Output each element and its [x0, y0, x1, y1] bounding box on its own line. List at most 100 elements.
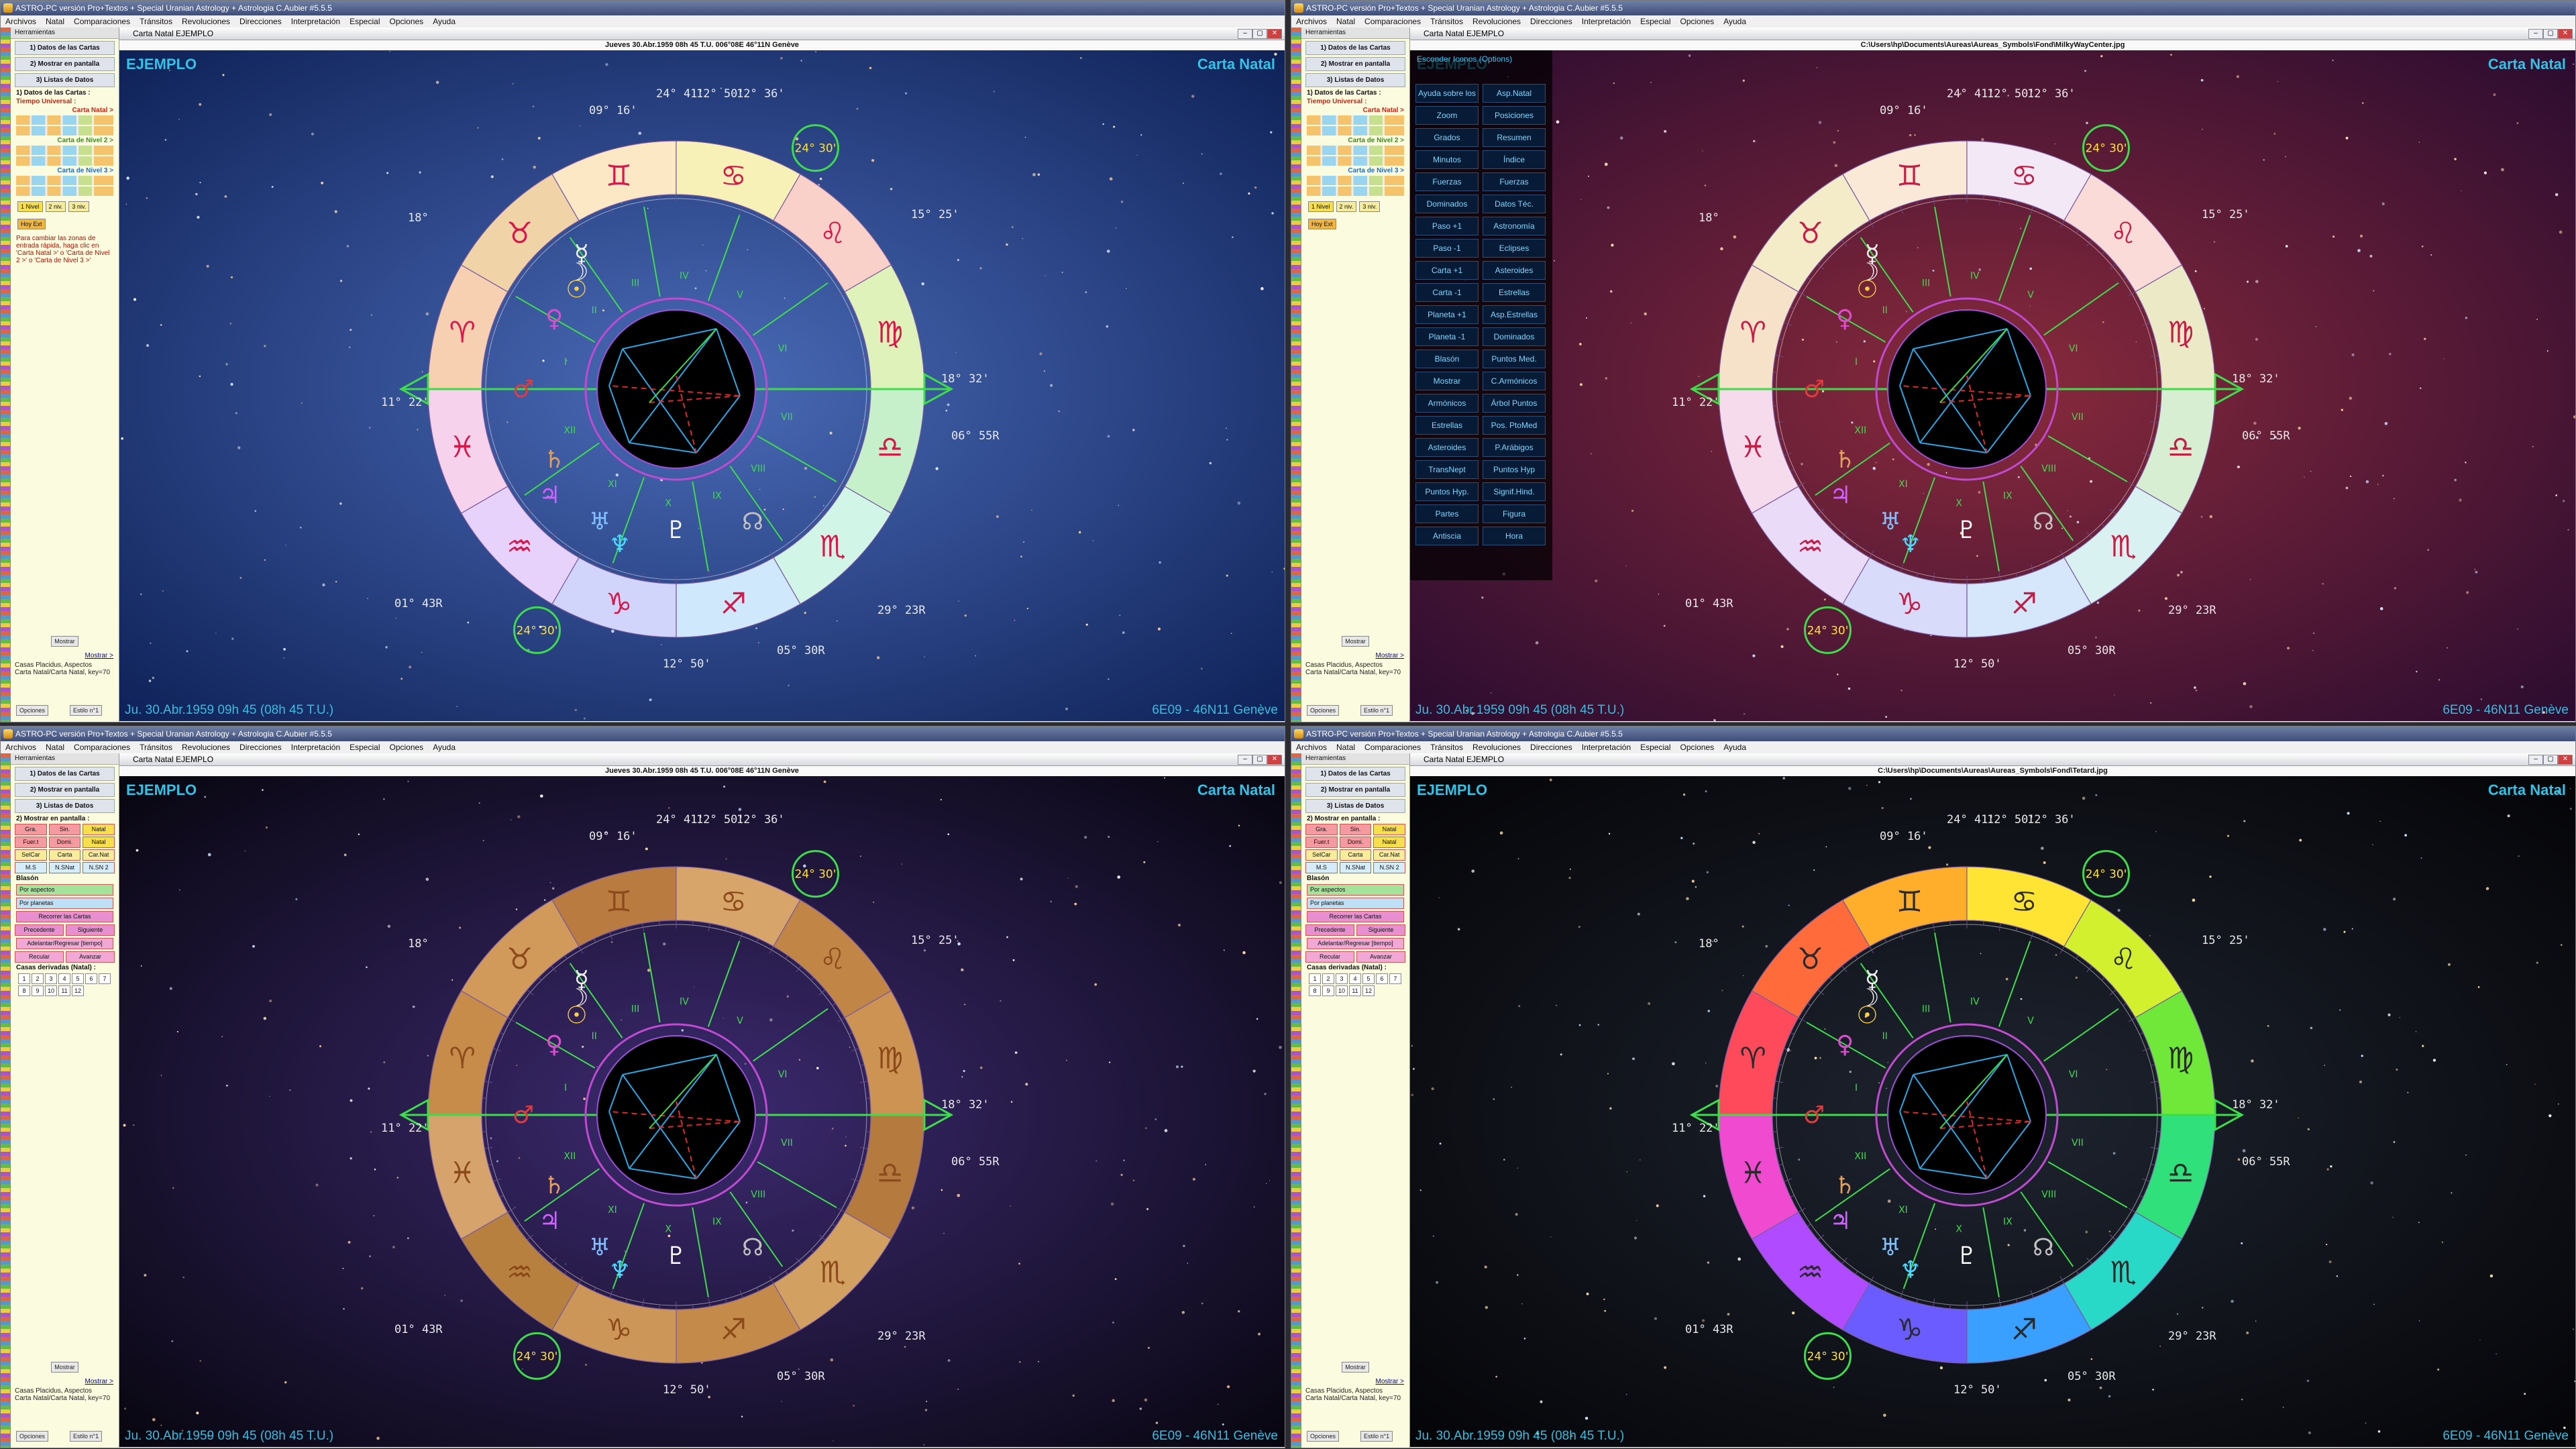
casa-num[interactable]: 1: [18, 973, 30, 984]
menu-ayuda[interactable]: Ayuda: [1719, 15, 1751, 28]
por-aspectos-button[interactable]: Por aspectos: [16, 884, 113, 896]
menu-especial[interactable]: Especial: [345, 15, 384, 28]
nsnat-button[interactable]: N.SNat: [48, 862, 81, 873]
help-button[interactable]: Planeta -1: [1415, 327, 1479, 346]
nivel2-input-row[interactable]: [16, 146, 113, 155]
precedente-button[interactable]: Precedente: [15, 924, 64, 936]
casa-num[interactable]: 10: [45, 985, 57, 996]
casa-num[interactable]: 5: [1362, 973, 1375, 984]
mostrar-pantalla-button[interactable]: 2) Mostrar en pantalla: [1305, 783, 1405, 797]
mostrar-link[interactable]: Mostrar >: [85, 1378, 113, 1385]
carta-nivel2-link[interactable]: Carta de Nivel 2 >: [16, 137, 113, 144]
adelantar-button[interactable]: Adelantar/Regresar [tiempo]: [16, 938, 113, 949]
nivel3-input-row[interactable]: [16, 176, 113, 185]
help-button[interactable]: Antiscia: [1415, 527, 1479, 545]
por-aspectos-button[interactable]: Por aspectos: [1307, 884, 1404, 896]
close-button[interactable]: ✕: [1267, 29, 1282, 39]
chart-canvas[interactable]: ♈ ♉ ♊ ♋ ♌ ♍ ♎ ♏ ♐ ♑ ♒ ♓ I II III IV V VI VII VIII IX X XI XII ☉ ☽…: [119, 50, 1285, 722]
help-button[interactable]: Hora: [1483, 527, 1546, 545]
help-button[interactable]: Dominados: [1415, 195, 1479, 213]
casa-num[interactable]: 5: [72, 973, 84, 984]
menu-ayuda[interactable]: Ayuda: [1719, 741, 1751, 753]
carta-natal-link[interactable]: Carta Natal >: [16, 107, 113, 114]
menu-opciones[interactable]: Opciones: [1675, 741, 1719, 753]
fuert-button[interactable]: Fuer.t: [1305, 837, 1338, 848]
help-button[interactable]: Carta +1: [1415, 261, 1479, 280]
help-button[interactable]: Partes: [1415, 504, 1479, 523]
carta-nivel3-link[interactable]: Carta de Nivel 3 >: [1307, 167, 1404, 174]
natal-input-row-2[interactable]: [1307, 126, 1404, 136]
tab-1-nivel[interactable]: 1 Nivel: [17, 201, 43, 212]
menu-natal[interactable]: Natal: [1332, 15, 1360, 28]
menu-interpretacion[interactable]: Interpretación: [1577, 741, 1635, 753]
esconder-iconos-link[interactable]: Esconder Iconos (Options): [1410, 50, 1552, 85]
casa-num[interactable]: 9: [32, 985, 44, 996]
natal-2-button[interactable]: Natal: [83, 837, 115, 848]
help-button[interactable]: Árbol Puntos Med.: [1483, 394, 1546, 425]
help-button[interactable]: Ayuda sobre los botones: [1415, 84, 1479, 115]
adelantar-button[interactable]: Adelantar/Regresar [tiempo]: [1307, 938, 1404, 949]
carta-natal-link[interactable]: Carta Natal >: [1307, 107, 1404, 114]
listas-datos-button[interactable]: 3) Listas de Datos: [15, 73, 115, 87]
estilo-button[interactable]: Estilo n°1: [1360, 705, 1393, 716]
gra-button[interactable]: Gra.: [1305, 824, 1338, 835]
help-button[interactable]: P.Arábigos: [1483, 438, 1546, 457]
menu-revoluciones[interactable]: Revoluciones: [1468, 741, 1525, 753]
casa-num[interactable]: 3: [45, 973, 57, 984]
ms-button[interactable]: M.S: [1305, 862, 1338, 873]
minimize-button[interactable]: –: [2528, 755, 2543, 765]
natal-input-row[interactable]: [1307, 115, 1404, 125]
ms-button[interactable]: M.S: [15, 862, 47, 873]
mostrar-button[interactable]: Mostrar: [1342, 1362, 1369, 1373]
carta-button[interactable]: Carta: [1339, 849, 1372, 861]
help-button[interactable]: Asteroides: [1415, 438, 1479, 457]
casa-num[interactable]: 11: [1349, 985, 1361, 996]
tab-2-niv[interactable]: 2 niv.: [45, 201, 66, 212]
menu-transitos[interactable]: Tránsitos: [135, 15, 177, 28]
opciones-button[interactable]: Opciones: [16, 705, 49, 716]
precedente-button[interactable]: Precedente: [1305, 924, 1354, 936]
menu-interpretacion[interactable]: Interpretación: [286, 15, 345, 28]
datos-cartas-button[interactable]: 1) Datos de las Cartas: [1305, 767, 1405, 781]
maximize-button[interactable]: ▢: [2543, 755, 2558, 765]
maximize-button[interactable]: ▢: [2543, 29, 2558, 39]
natal-button[interactable]: Natal: [1373, 824, 1406, 835]
help-button[interactable]: Blasón: [1415, 350, 1479, 368]
siguiente-button[interactable]: Siguiente: [1356, 924, 1405, 936]
avanzar-button[interactable]: Avanzar: [1356, 951, 1405, 963]
nsn2-button[interactable]: N.SN 2: [1373, 862, 1406, 873]
datos-cartas-button[interactable]: 1) Datos de las Cartas: [15, 767, 115, 781]
help-button[interactable]: C.Armónicos: [1483, 372, 1546, 390]
casa-num[interactable]: 4: [58, 973, 70, 984]
menu-opciones[interactable]: Opciones: [1675, 15, 1719, 28]
menu-comparaciones[interactable]: Comparaciones: [69, 15, 135, 28]
nivel2-input-row-2[interactable]: [16, 156, 113, 166]
por-planetas-button[interactable]: Por planetas: [16, 898, 113, 909]
opciones-button[interactable]: Opciones: [1307, 705, 1340, 716]
hoy-ext-button[interactable]: Hoy Ext: [17, 219, 46, 229]
help-button[interactable]: TransNept: [1415, 460, 1479, 479]
selcar-button[interactable]: SelCar: [15, 849, 47, 861]
menu-ayuda[interactable]: Ayuda: [428, 741, 460, 753]
help-button[interactable]: Puntos Hyp.: [1415, 482, 1479, 501]
help-button[interactable]: Paso -1: [1415, 239, 1479, 258]
avanzar-button[interactable]: Avanzar: [66, 951, 115, 963]
estilo-button[interactable]: Estilo n°1: [70, 1431, 103, 1442]
tab-1-nivel[interactable]: 1 Nivel: [1308, 201, 1334, 212]
carnat-button[interactable]: Car.Nat: [83, 849, 115, 861]
carta-nivel2-link[interactable]: Carta de Nivel 2 >: [1307, 137, 1404, 144]
menu-archivos[interactable]: Archivos: [1, 15, 41, 28]
menu-direcciones[interactable]: Direcciones: [235, 15, 286, 28]
close-button[interactable]: ✕: [1267, 755, 1282, 765]
sin-button[interactable]: Sin.: [1339, 824, 1372, 835]
help-button[interactable]: Minutos: [1415, 150, 1479, 169]
datos-cartas-button[interactable]: 1) Datos de las Cartas: [15, 41, 115, 55]
minimize-button[interactable]: –: [1238, 29, 1252, 39]
nivel3-input-row-2[interactable]: [16, 186, 113, 196]
help-button[interactable]: Zoom: [1415, 106, 1479, 125]
listas-datos-button[interactable]: 3) Listas de Datos: [1305, 799, 1405, 813]
close-button[interactable]: ✕: [2558, 755, 2573, 765]
casa-num[interactable]: 9: [1322, 985, 1334, 996]
help-button[interactable]: Asp.Estrellas: [1483, 305, 1546, 324]
help-button[interactable]: Signif.Hind.: [1483, 482, 1546, 501]
